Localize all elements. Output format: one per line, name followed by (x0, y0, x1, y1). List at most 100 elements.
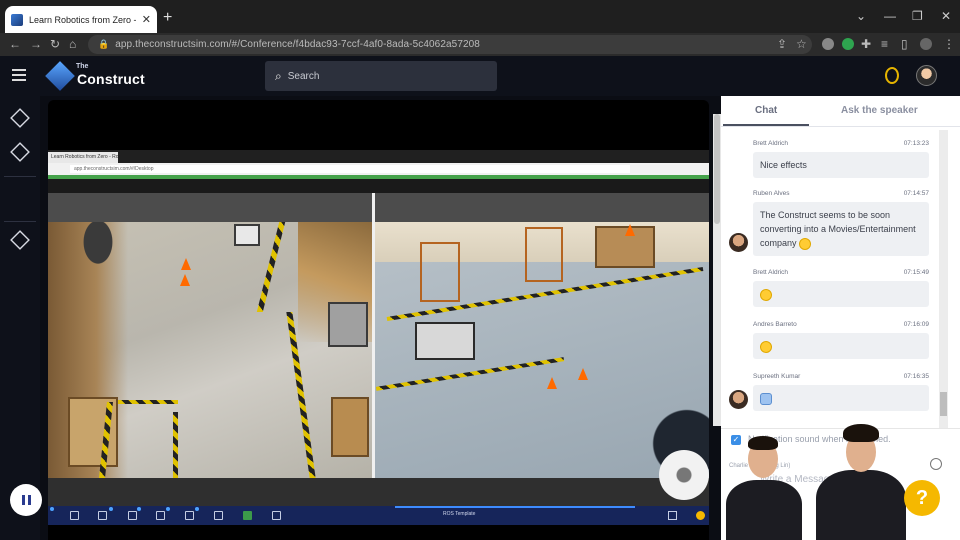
url-text: app.theconstructsim.com/#/Conference/f4b… (115, 39, 480, 50)
sidepanel-icon[interactable]: ▯ (901, 37, 908, 51)
files-icon[interactable] (98, 511, 107, 520)
tab-chat[interactable]: Chat (755, 105, 777, 116)
user-avatar[interactable] (916, 65, 937, 86)
message-author: Supreeth Kumar (753, 373, 801, 380)
video-stream[interactable]: Learn Robotics from Zero - Robo app.thec… (48, 100, 709, 540)
bookmark-icon[interactable]: ☆ (796, 37, 807, 51)
tab-ask-speaker[interactable]: Ask the speaker (841, 105, 918, 116)
message-time: 07:16:09 (903, 321, 929, 328)
person-sitting (78, 222, 118, 272)
shared-url: app.theconstructsim.com/#/Desktop (70, 165, 630, 173)
tab-search-icon[interactable]: ⌄ (856, 9, 866, 23)
message-body-wrap: The Construct seems to be soon convertin… (753, 202, 929, 256)
shared-address-bar: app.theconstructsim.com/#/Desktop (48, 163, 709, 175)
rail-divider (4, 176, 36, 177)
minimize-icon[interactable]: — (884, 9, 896, 23)
browser-tab[interactable]: Learn Robotics from Zero - Robo ✕ (5, 6, 157, 33)
chat-message: Ruben Alves 07:14:57 The Construct seems … (753, 190, 929, 256)
speaker-left (726, 480, 802, 540)
share-icon[interactable]: ⇪ (777, 37, 787, 51)
more-menu-icon[interactable]: ⋮ (943, 37, 955, 51)
traffic-cone (180, 274, 190, 286)
logo-name[interactable]: Construct (77, 71, 145, 87)
traffic-cone (578, 368, 588, 380)
back-icon[interactable]: ← (9, 37, 21, 51)
robot-sim-icon[interactable] (214, 511, 223, 520)
gazebo-icon[interactable] (272, 511, 281, 520)
message-body (753, 385, 929, 411)
new-tab-icon[interactable]: + (163, 10, 172, 26)
package-icon[interactable] (128, 511, 137, 520)
tab-close-icon[interactable]: ✕ (142, 13, 151, 26)
reload-icon[interactable]: ↻ (50, 37, 60, 51)
robot-icon[interactable] (10, 230, 30, 250)
reading-list-icon[interactable]: ≡ (881, 37, 888, 51)
chat-scroll-thumb[interactable] (940, 392, 947, 416)
shared-browser-tabbar: Learn Robotics from Zero - Robo (48, 150, 709, 163)
floor-tape (118, 400, 178, 404)
emoji-picker-icon[interactable] (930, 458, 942, 470)
message-time: 07:14:57 (903, 190, 929, 197)
address-bar: ← → ↻ ⌂ 🔒 app.theconstructsim.com/#/Conf… (0, 33, 960, 56)
traffic-cone (181, 258, 191, 270)
favicon-icon (11, 13, 23, 26)
pause-icon[interactable] (10, 484, 42, 516)
camera-feed-right (375, 222, 709, 478)
disc-overlay-icon (659, 450, 709, 500)
chat-message: Brett Aldrich 07:13:23 Nice effects (753, 140, 929, 178)
chat-tabs: Chat Ask the speaker (721, 96, 960, 127)
smile-emoji-icon (760, 340, 772, 353)
chat-scrollbar[interactable] (939, 130, 948, 430)
shared-tab-title: Learn Robotics from Zero - Robo (48, 152, 118, 163)
message-author: Ruben Alves (753, 190, 790, 197)
graph-icon[interactable] (185, 511, 194, 520)
video-scroll-thumb[interactable] (714, 114, 720, 224)
profile-icon[interactable] (920, 38, 932, 50)
camera-feed-left (48, 222, 372, 478)
ide-dot (137, 507, 141, 511)
floor-tape (173, 412, 178, 478)
ide-home-icon[interactable] (668, 511, 677, 520)
logo-icon (45, 61, 75, 91)
ide-progress (395, 506, 635, 508)
badge-icon[interactable] (885, 67, 899, 84)
puzzle-icon[interactable]: ✚ (861, 37, 871, 51)
layers-icon[interactable] (10, 142, 30, 162)
restore-icon[interactable]: ❐ (912, 9, 923, 23)
message-body (753, 333, 929, 359)
ide-dot (109, 507, 113, 511)
help-button[interactable]: ? (904, 480, 940, 516)
search-input[interactable]: Search (288, 71, 320, 82)
monitor-icon[interactable] (156, 511, 165, 520)
close-window-icon[interactable]: ✕ (941, 9, 951, 23)
video-scrollbar[interactable] (713, 114, 721, 426)
robot-top (234, 224, 260, 246)
message-body: Nice effects (753, 152, 929, 178)
floor-tape (256, 222, 286, 312)
extension-green-icon[interactable] (842, 38, 854, 50)
message-author: Brett Aldrich (753, 140, 789, 147)
ide-help-icon[interactable] (696, 511, 705, 520)
rail-divider (4, 221, 36, 222)
browser-tabbar: Learn Robotics from Zero - Robo ✕ + ⌄ — … (0, 0, 960, 33)
tab-underline (723, 124, 809, 126)
terminal-icon[interactable] (243, 511, 252, 520)
forward-icon[interactable]: → (30, 37, 42, 51)
message-body: The Construct seems to be soon convertin… (760, 210, 916, 248)
home-icon[interactable]: ⌂ (69, 37, 76, 51)
logo-prefix: The (76, 63, 89, 70)
search-box[interactable]: ⌕ Search (265, 61, 497, 91)
shared-canvas-bottom (48, 478, 709, 506)
tab-title: Learn Robotics from Zero - Robo (29, 14, 136, 25)
speaker-right-hair (843, 424, 879, 442)
chat-message: Supreeth Kumar 07:16:35 (753, 373, 929, 411)
left-rail (0, 96, 40, 540)
code-icon[interactable] (70, 511, 79, 520)
laugh-emoji-icon (799, 237, 812, 250)
bottom-strip (48, 525, 709, 540)
cube-icon[interactable] (10, 108, 30, 128)
ide-template-label: ROS Template (443, 511, 476, 517)
url-field[interactable]: 🔒 app.theconstructsim.com/#/Conference/f… (88, 35, 812, 54)
extension-icon[interactable] (822, 38, 834, 50)
hamburger-icon[interactable] (12, 69, 26, 81)
